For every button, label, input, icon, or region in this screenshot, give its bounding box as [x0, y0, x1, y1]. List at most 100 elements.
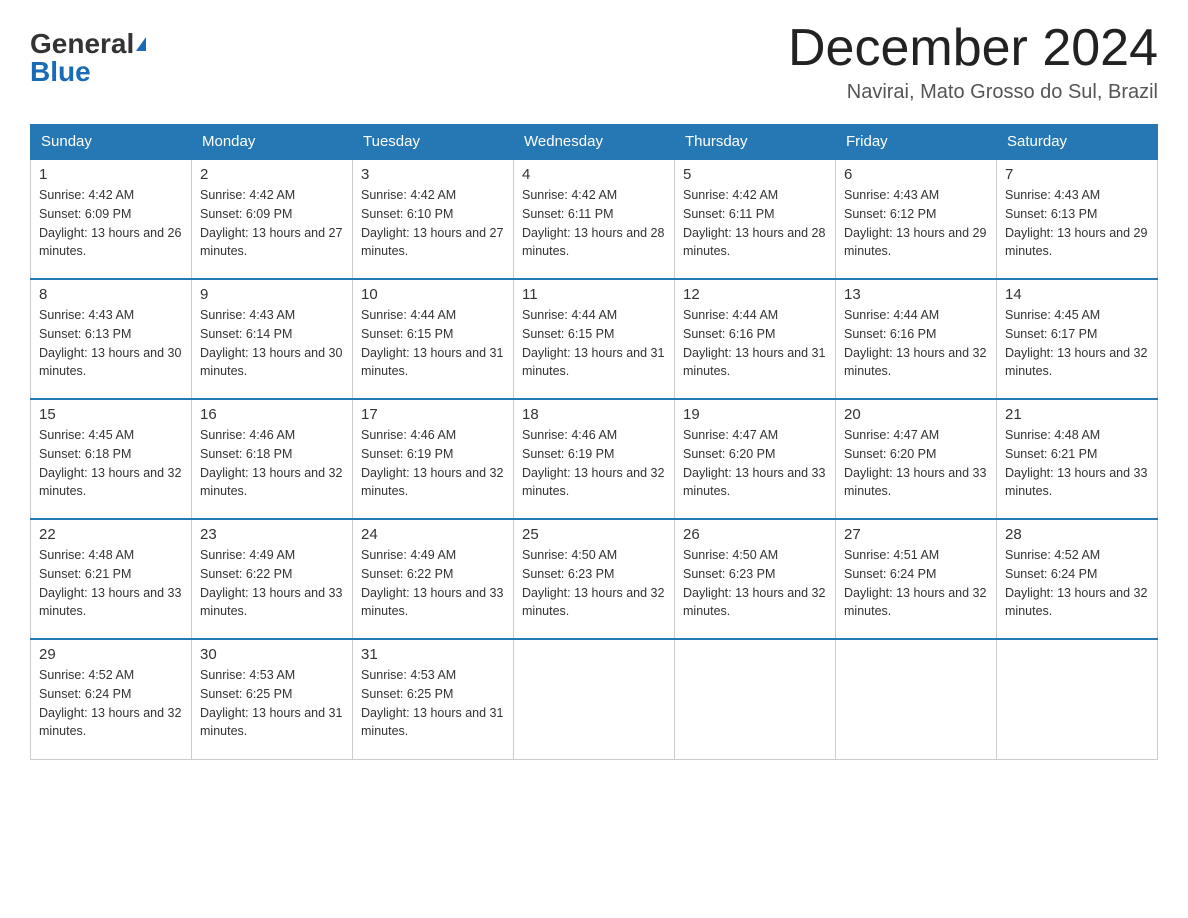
day-info: Sunrise: 4:49 AM Sunset: 6:22 PM Dayligh… [200, 546, 344, 621]
day-number: 3 [361, 166, 505, 183]
calendar-cell: 19 Sunrise: 4:47 AM Sunset: 6:20 PM Dayl… [675, 399, 836, 519]
logo: General Blue [30, 20, 146, 86]
calendar-week-1: 1 Sunrise: 4:42 AM Sunset: 6:09 PM Dayli… [31, 159, 1158, 279]
header-monday: Monday [192, 125, 353, 160]
calendar-cell: 6 Sunrise: 4:43 AM Sunset: 6:12 PM Dayli… [836, 159, 997, 279]
day-info: Sunrise: 4:53 AM Sunset: 6:25 PM Dayligh… [200, 666, 344, 741]
day-number: 29 [39, 646, 183, 663]
calendar-cell [514, 639, 675, 759]
day-info: Sunrise: 4:52 AM Sunset: 6:24 PM Dayligh… [1005, 546, 1149, 621]
day-info: Sunrise: 4:53 AM Sunset: 6:25 PM Dayligh… [361, 666, 505, 741]
day-number: 26 [683, 526, 827, 543]
calendar-week-5: 29 Sunrise: 4:52 AM Sunset: 6:24 PM Dayl… [31, 639, 1158, 759]
header-wednesday: Wednesday [514, 125, 675, 160]
calendar-cell: 9 Sunrise: 4:43 AM Sunset: 6:14 PM Dayli… [192, 279, 353, 399]
calendar-cell: 7 Sunrise: 4:43 AM Sunset: 6:13 PM Dayli… [997, 159, 1158, 279]
calendar-week-2: 8 Sunrise: 4:43 AM Sunset: 6:13 PM Dayli… [31, 279, 1158, 399]
day-number: 4 [522, 166, 666, 183]
day-info: Sunrise: 4:47 AM Sunset: 6:20 PM Dayligh… [844, 426, 988, 501]
calendar-cell: 29 Sunrise: 4:52 AM Sunset: 6:24 PM Dayl… [31, 639, 192, 759]
day-number: 19 [683, 406, 827, 423]
calendar-cell: 13 Sunrise: 4:44 AM Sunset: 6:16 PM Dayl… [836, 279, 997, 399]
calendar-cell: 1 Sunrise: 4:42 AM Sunset: 6:09 PM Dayli… [31, 159, 192, 279]
day-info: Sunrise: 4:46 AM Sunset: 6:19 PM Dayligh… [361, 426, 505, 501]
day-info: Sunrise: 4:43 AM Sunset: 6:12 PM Dayligh… [844, 186, 988, 261]
calendar-cell: 8 Sunrise: 4:43 AM Sunset: 6:13 PM Dayli… [31, 279, 192, 399]
header-saturday: Saturday [997, 125, 1158, 160]
day-number: 1 [39, 166, 183, 183]
day-info: Sunrise: 4:42 AM Sunset: 6:10 PM Dayligh… [361, 186, 505, 261]
day-info: Sunrise: 4:42 AM Sunset: 6:09 PM Dayligh… [39, 186, 183, 261]
calendar-cell: 25 Sunrise: 4:50 AM Sunset: 6:23 PM Dayl… [514, 519, 675, 639]
day-number: 24 [361, 526, 505, 543]
day-number: 21 [1005, 406, 1149, 423]
day-info: Sunrise: 4:51 AM Sunset: 6:24 PM Dayligh… [844, 546, 988, 621]
calendar-cell: 3 Sunrise: 4:42 AM Sunset: 6:10 PM Dayli… [353, 159, 514, 279]
calendar-cell: 18 Sunrise: 4:46 AM Sunset: 6:19 PM Dayl… [514, 399, 675, 519]
day-number: 12 [683, 286, 827, 303]
calendar-cell: 5 Sunrise: 4:42 AM Sunset: 6:11 PM Dayli… [675, 159, 836, 279]
day-info: Sunrise: 4:48 AM Sunset: 6:21 PM Dayligh… [39, 546, 183, 621]
month-title: December 2024 [788, 20, 1158, 77]
calendar-cell: 2 Sunrise: 4:42 AM Sunset: 6:09 PM Dayli… [192, 159, 353, 279]
calendar-body: 1 Sunrise: 4:42 AM Sunset: 6:09 PM Dayli… [31, 159, 1158, 759]
day-info: Sunrise: 4:50 AM Sunset: 6:23 PM Dayligh… [522, 546, 666, 621]
calendar-week-4: 22 Sunrise: 4:48 AM Sunset: 6:21 PM Dayl… [31, 519, 1158, 639]
logo-text-blue: Blue [30, 58, 91, 86]
day-number: 9 [200, 286, 344, 303]
day-number: 25 [522, 526, 666, 543]
day-info: Sunrise: 4:46 AM Sunset: 6:18 PM Dayligh… [200, 426, 344, 501]
day-number: 30 [200, 646, 344, 663]
calendar-cell: 26 Sunrise: 4:50 AM Sunset: 6:23 PM Dayl… [675, 519, 836, 639]
day-number: 31 [361, 646, 505, 663]
day-number: 10 [361, 286, 505, 303]
day-info: Sunrise: 4:45 AM Sunset: 6:18 PM Dayligh… [39, 426, 183, 501]
day-info: Sunrise: 4:48 AM Sunset: 6:21 PM Dayligh… [1005, 426, 1149, 501]
day-number: 13 [844, 286, 988, 303]
day-number: 27 [844, 526, 988, 543]
page-header: General Blue December 2024 Navirai, Mato… [30, 20, 1158, 104]
header-friday: Friday [836, 125, 997, 160]
day-number: 15 [39, 406, 183, 423]
day-info: Sunrise: 4:46 AM Sunset: 6:19 PM Dayligh… [522, 426, 666, 501]
header-tuesday: Tuesday [353, 125, 514, 160]
calendar-cell: 27 Sunrise: 4:51 AM Sunset: 6:24 PM Dayl… [836, 519, 997, 639]
calendar-cell: 10 Sunrise: 4:44 AM Sunset: 6:15 PM Dayl… [353, 279, 514, 399]
day-info: Sunrise: 4:44 AM Sunset: 6:16 PM Dayligh… [844, 306, 988, 381]
header-thursday: Thursday [675, 125, 836, 160]
logo-triangle-icon [136, 37, 146, 51]
day-info: Sunrise: 4:44 AM Sunset: 6:16 PM Dayligh… [683, 306, 827, 381]
calendar-cell: 23 Sunrise: 4:49 AM Sunset: 6:22 PM Dayl… [192, 519, 353, 639]
calendar-cell: 22 Sunrise: 4:48 AM Sunset: 6:21 PM Dayl… [31, 519, 192, 639]
day-number: 23 [200, 526, 344, 543]
day-number: 2 [200, 166, 344, 183]
day-number: 28 [1005, 526, 1149, 543]
day-info: Sunrise: 4:43 AM Sunset: 6:13 PM Dayligh… [39, 306, 183, 381]
calendar-cell: 4 Sunrise: 4:42 AM Sunset: 6:11 PM Dayli… [514, 159, 675, 279]
day-number: 18 [522, 406, 666, 423]
day-info: Sunrise: 4:43 AM Sunset: 6:14 PM Dayligh… [200, 306, 344, 381]
calendar-cell: 17 Sunrise: 4:46 AM Sunset: 6:19 PM Dayl… [353, 399, 514, 519]
day-info: Sunrise: 4:42 AM Sunset: 6:11 PM Dayligh… [683, 186, 827, 261]
calendar-week-3: 15 Sunrise: 4:45 AM Sunset: 6:18 PM Dayl… [31, 399, 1158, 519]
calendar-cell: 16 Sunrise: 4:46 AM Sunset: 6:18 PM Dayl… [192, 399, 353, 519]
calendar-cell: 20 Sunrise: 4:47 AM Sunset: 6:20 PM Dayl… [836, 399, 997, 519]
day-number: 22 [39, 526, 183, 543]
calendar-table: SundayMondayTuesdayWednesdayThursdayFrid… [30, 124, 1158, 760]
day-number: 8 [39, 286, 183, 303]
calendar-cell: 24 Sunrise: 4:49 AM Sunset: 6:22 PM Dayl… [353, 519, 514, 639]
day-number: 5 [683, 166, 827, 183]
title-area: December 2024 Navirai, Mato Grosso do Su… [788, 20, 1158, 104]
logo-text-general: General [30, 30, 134, 58]
calendar-cell: 28 Sunrise: 4:52 AM Sunset: 6:24 PM Dayl… [997, 519, 1158, 639]
day-number: 7 [1005, 166, 1149, 183]
day-number: 6 [844, 166, 988, 183]
calendar-cell: 31 Sunrise: 4:53 AM Sunset: 6:25 PM Dayl… [353, 639, 514, 759]
day-info: Sunrise: 4:44 AM Sunset: 6:15 PM Dayligh… [361, 306, 505, 381]
day-number: 16 [200, 406, 344, 423]
day-info: Sunrise: 4:42 AM Sunset: 6:11 PM Dayligh… [522, 186, 666, 261]
day-number: 20 [844, 406, 988, 423]
day-number: 14 [1005, 286, 1149, 303]
calendar-cell: 11 Sunrise: 4:44 AM Sunset: 6:15 PM Dayl… [514, 279, 675, 399]
calendar-cell: 14 Sunrise: 4:45 AM Sunset: 6:17 PM Dayl… [997, 279, 1158, 399]
